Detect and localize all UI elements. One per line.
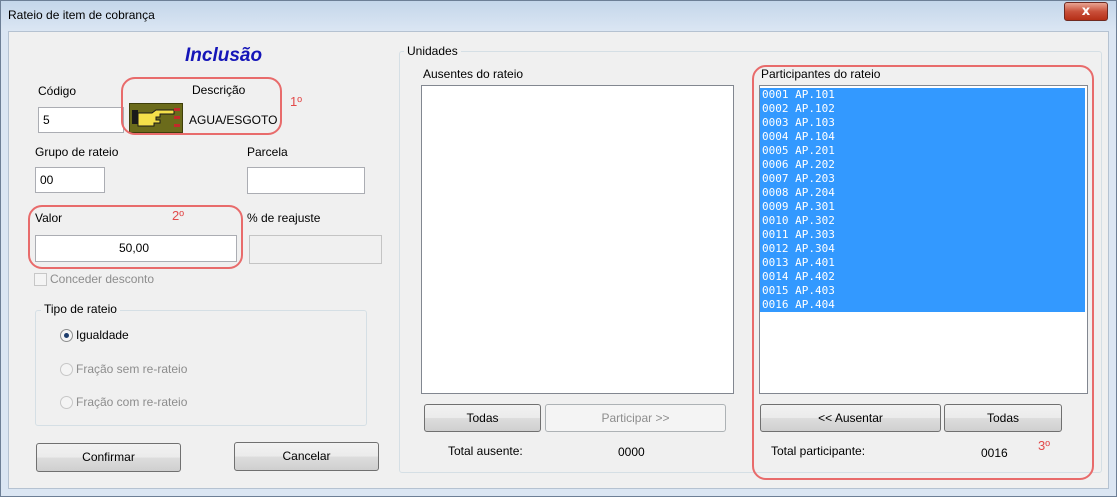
- list-item[interactable]: 0003 AP.103: [760, 116, 1085, 130]
- radio-igualdade-label: Igualdade: [76, 328, 129, 342]
- tipo-rateio-legend: Tipo de rateio: [41, 302, 120, 316]
- reajuste-label: % de reajuste: [247, 211, 321, 225]
- mode-heading: Inclusão: [185, 45, 263, 66]
- close-button[interactable]: x: [1064, 2, 1108, 21]
- list-item[interactable]: 0010 AP.302: [760, 214, 1085, 228]
- participantes-items: 0001 AP.101 0002 AP.102 0003 AP.103 0004 AP…: [760, 88, 1085, 312]
- annotation-label-3: 3º: [1038, 438, 1050, 453]
- ausentes-list[interactable]: [421, 85, 734, 394]
- todas-ausentes-button[interactable]: Todas: [424, 404, 541, 432]
- list-item[interactable]: 0014 AP.402: [760, 270, 1085, 284]
- radio-fracao-com[interactable]: [60, 396, 73, 409]
- valor-field[interactable]: 50,00: [35, 235, 237, 262]
- codigo-field[interactable]: 5: [38, 107, 124, 133]
- radio-fracao-com-label: Fração com re-rateio: [76, 395, 188, 409]
- radio-igualdade[interactable]: [60, 329, 73, 342]
- ausentes-label: Ausentes do rateio: [423, 67, 524, 81]
- confirm-button[interactable]: Confirmar: [36, 443, 181, 472]
- grupo-field[interactable]: 00: [35, 167, 105, 193]
- window-title: Rateio de item de cobrança: [8, 8, 155, 22]
- list-item[interactable]: 0006 AP.202: [760, 158, 1085, 172]
- parcela-field[interactable]: [247, 167, 365, 194]
- codigo-label: Código: [38, 84, 77, 98]
- list-item[interactable]: 0012 AP.304: [760, 242, 1085, 256]
- total-ausente-value: 0000: [618, 445, 645, 459]
- title-bar[interactable]: Rateio de item de cobrança x: [1, 1, 1116, 31]
- participantes-list[interactable]: 0001 AP.101 0002 AP.102 0003 AP.103 0004 AP…: [759, 85, 1088, 394]
- list-item[interactable]: 0016 AP.404: [760, 298, 1085, 312]
- pointing-hand-icon: [129, 103, 183, 133]
- participar-button[interactable]: Participar >>: [545, 404, 726, 432]
- total-participante-value: 0016: [981, 446, 1008, 460]
- parcela-label: Parcela: [247, 145, 288, 159]
- descricao-label: Descrição: [192, 83, 246, 97]
- dialog-client-area: Inclusão Código 5 Descrição AGUA/ESGOTO …: [8, 31, 1109, 489]
- participantes-label: Participantes do rateio: [761, 67, 881, 81]
- list-item[interactable]: 0015 AP.403: [760, 284, 1085, 298]
- list-item[interactable]: 0007 AP.203: [760, 172, 1085, 186]
- reajuste-field: [249, 235, 382, 264]
- annotation-label-2: 2º: [172, 208, 184, 223]
- list-item[interactable]: 0013 AP.401: [760, 256, 1085, 270]
- radio-fracao-sem[interactable]: [60, 363, 73, 376]
- todas-participantes-button[interactable]: Todas: [944, 404, 1062, 432]
- list-item[interactable]: 0001 AP.101: [760, 88, 1085, 102]
- unidades-legend: Unidades: [404, 44, 461, 58]
- annotation-label-1: 1º: [290, 94, 302, 109]
- total-participante-label: Total participante:: [771, 444, 866, 458]
- desconto-label: Conceder desconto: [50, 272, 155, 286]
- list-item[interactable]: 0004 AP.104: [760, 130, 1085, 144]
- list-item[interactable]: 0011 AP.303: [760, 228, 1085, 242]
- valor-label: Valor: [35, 211, 63, 225]
- ausentar-button[interactable]: << Ausentar: [760, 404, 941, 432]
- cancel-button[interactable]: Cancelar: [234, 442, 379, 471]
- radio-fracao-sem-label: Fração sem re-rateio: [76, 362, 188, 376]
- desconto-checkbox[interactable]: [34, 273, 47, 286]
- descricao-value: AGUA/ESGOTO: [189, 113, 278, 127]
- list-item[interactable]: 0002 AP.102: [760, 102, 1085, 116]
- close-icon: x: [1081, 4, 1091, 19]
- list-item[interactable]: 0005 AP.201: [760, 144, 1085, 158]
- total-ausente-label: Total ausente:: [448, 444, 523, 458]
- grupo-label: Grupo de rateio: [35, 145, 119, 159]
- list-item[interactable]: 0008 AP.204: [760, 186, 1085, 200]
- dialog-window: Rateio de item de cobrança x Inclusão Có…: [0, 0, 1117, 497]
- list-item[interactable]: 0009 AP.301: [760, 200, 1085, 214]
